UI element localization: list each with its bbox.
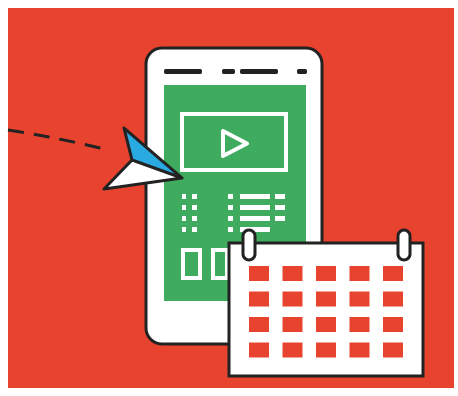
calendar-icon bbox=[227, 228, 425, 378]
calendar-day-cell bbox=[249, 342, 269, 358]
calendar-day-cell bbox=[349, 291, 370, 307]
calendar-day-cell bbox=[349, 266, 370, 281]
calendar-day-cell bbox=[282, 317, 303, 332]
calendar-day-cell bbox=[282, 291, 303, 307]
illustration bbox=[0, 0, 458, 396]
calendar-day-cell bbox=[316, 266, 336, 281]
calendar-day-cell bbox=[316, 317, 336, 332]
calendar-day-cell bbox=[383, 291, 403, 307]
calendar-ring-left bbox=[241, 228, 257, 262]
calendar-day-cell bbox=[249, 266, 269, 281]
calendar-day-cell bbox=[249, 291, 269, 307]
calendar-day-cell bbox=[249, 317, 269, 332]
calendar-day-cell bbox=[349, 342, 370, 358]
calendar-day-cell bbox=[383, 317, 403, 332]
calendar-day-cell bbox=[282, 266, 303, 281]
calendar-day-cell bbox=[282, 342, 303, 358]
calendar-day-cell bbox=[349, 317, 370, 332]
calendar-day-cell bbox=[316, 342, 336, 358]
calendar-day-cell bbox=[316, 291, 336, 307]
calendar-day-cell bbox=[383, 266, 403, 281]
calendar-day-cell bbox=[383, 342, 403, 358]
illustration-svg bbox=[0, 0, 458, 396]
calendar-ring-right bbox=[396, 228, 412, 262]
